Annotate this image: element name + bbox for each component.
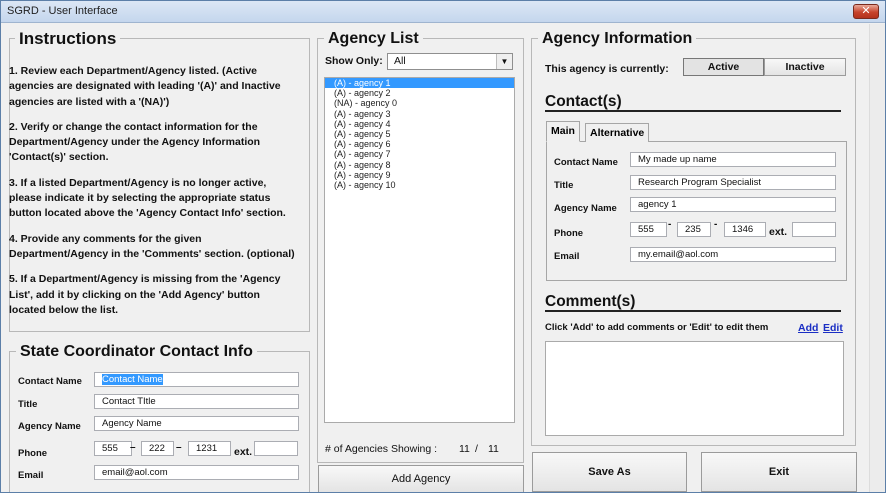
contacts-divider [545,110,841,112]
close-icon[interactable]: ✕ [853,4,879,19]
agency-list-item[interactable]: (NA) - agency 0 [325,98,514,108]
add-agency-button[interactable]: Add Agency [318,465,524,492]
form-body: Instructions 1. Review each Department/A… [1,24,885,492]
contact-ext-field[interactable] [792,222,836,237]
instructions-text: 1. Review each Department/Agency listed.… [9,64,299,328]
save-as-button[interactable]: Save As [532,452,687,492]
agency-count-separator: / [475,443,478,455]
contact-phone-area-field[interactable]: 555 [630,222,667,237]
agency-count-label: # of Agencies Showing : [325,443,438,455]
add-comment-link[interactable]: Add [798,322,818,334]
agency-list-item[interactable]: (A) - agency 2 [325,88,514,98]
agency-list-item[interactable]: (A) - agency 5 [325,129,514,139]
vertical-scrollbar[interactable] [869,24,885,492]
contact-phone-line-field[interactable]: 1346 [724,222,766,237]
agency-listbox[interactable]: (A) - agency 1 (A) - agency 2 (NA) - agenc… [324,77,515,423]
contact-name-field[interactable]: My made up name [630,152,836,167]
tab-main[interactable]: Main [546,121,580,142]
coordinator-email-field[interactable]: email@aol.com [94,465,299,480]
app-window: SGRD - User Interface ✕ Instructions 1. … [0,0,886,493]
comments-textarea[interactable] [545,341,844,436]
active-status-button[interactable]: Active [683,58,764,76]
coordinator-phone-prefix-field[interactable]: 222 [141,441,174,456]
tab-alternative[interactable]: Alternative [585,123,650,142]
coordinator-phone-area-field[interactable]: 555 [94,441,132,456]
title-bar: SGRD - User Interface ✕ [1,1,885,23]
window-title: SGRD - User Interface [7,5,118,17]
comments-heading: Comment(s) [541,294,640,310]
coordinator-contact-name-value: Contact Name [102,374,163,385]
contact-agency-name-label: Agency Name [554,203,617,214]
chevron-down-icon[interactable]: ▼ [496,54,512,69]
inactive-status-button[interactable]: Inactive [764,58,846,76]
agency-info-title: Agency Information [538,31,697,47]
agency-list-item[interactable]: (A) - agency 6 [325,139,514,149]
instruction-step: 2. Verify or change the contact informat… [9,120,261,164]
agency-count-total: 11 [488,443,499,455]
coordinator-ext-label: ext. [234,446,253,458]
exit-button[interactable]: Exit [701,452,857,492]
instruction-step: 5. If a Department/Agency is missing fro… [9,273,281,316]
contact-ext-label: ext. [769,226,788,238]
agency-count-showing: 11 [459,443,470,455]
agency-list-title: Agency List [324,31,423,47]
contact-agency-name-field[interactable]: agency 1 [630,197,836,212]
show-only-label: Show Only: [325,55,383,67]
phone-separator: – [176,442,182,453]
coordinator-email-label: Email [18,470,44,481]
instructions-title: Instructions [15,30,121,47]
coordinator-agency-name-label: Agency Name [18,421,81,432]
edit-comment-link[interactable]: Edit [823,322,843,334]
agency-list-item[interactable]: (A) - agency 8 [325,160,514,170]
coordinator-title-field[interactable]: Contact TItle [94,394,299,409]
contact-title-field[interactable]: Research Program Specialist [630,175,836,190]
phone-separator: - [714,219,718,230]
coordinator-contact-name-field[interactable]: Contact Name [94,372,299,387]
comments-divider [545,310,841,312]
phone-separator: - [668,219,672,230]
contact-email-field[interactable]: my.email@aol.com [630,247,836,262]
instruction-step: 3. If a listed Department/Agency is no l… [9,176,286,220]
instruction-step: 4. Provide any comments for the given De… [9,232,295,260]
contact-phone-label: Phone [554,228,584,239]
agency-list-item[interactable]: (A) - agency 1 [325,78,514,89]
status-label: This agency is currently: [545,63,669,75]
coordinator-title-label: Title [18,399,38,410]
coordinator-contact-name-label: Contact Name [18,376,82,387]
agency-list-item[interactable]: (A) - agency 9 [325,170,514,180]
coordinator-phone-line-field[interactable]: 1231 [188,441,231,456]
coordinator-title: State Coordinator Contact Info [16,344,257,360]
show-only-dropdown[interactable]: All ▼ [387,53,513,70]
agency-list-item[interactable]: (A) - agency 4 [325,119,514,129]
phone-separator: – [130,442,136,453]
agency-list-item[interactable]: (A) - agency 3 [325,109,514,119]
instruction-step: 1. Review each Department/Agency listed.… [9,65,281,108]
agency-list-item[interactable]: (A) - agency 7 [325,149,514,159]
coordinator-agency-name-field[interactable]: Agency Name [94,416,299,431]
coordinator-ext-field[interactable] [254,441,298,456]
comments-hint: Click 'Add' to add comments or 'Edit' to… [545,322,769,333]
agency-list-item[interactable]: (A) - agency 10 [325,180,514,190]
contact-phone-prefix-field[interactable]: 235 [677,222,711,237]
contact-title-label: Title [554,180,574,191]
coordinator-phone-label: Phone [18,448,48,459]
contacts-heading: Contact(s) [541,94,626,110]
show-only-value: All [394,55,406,67]
contact-email-label: Email [554,251,580,262]
contact-name-label: Contact Name [554,157,618,168]
